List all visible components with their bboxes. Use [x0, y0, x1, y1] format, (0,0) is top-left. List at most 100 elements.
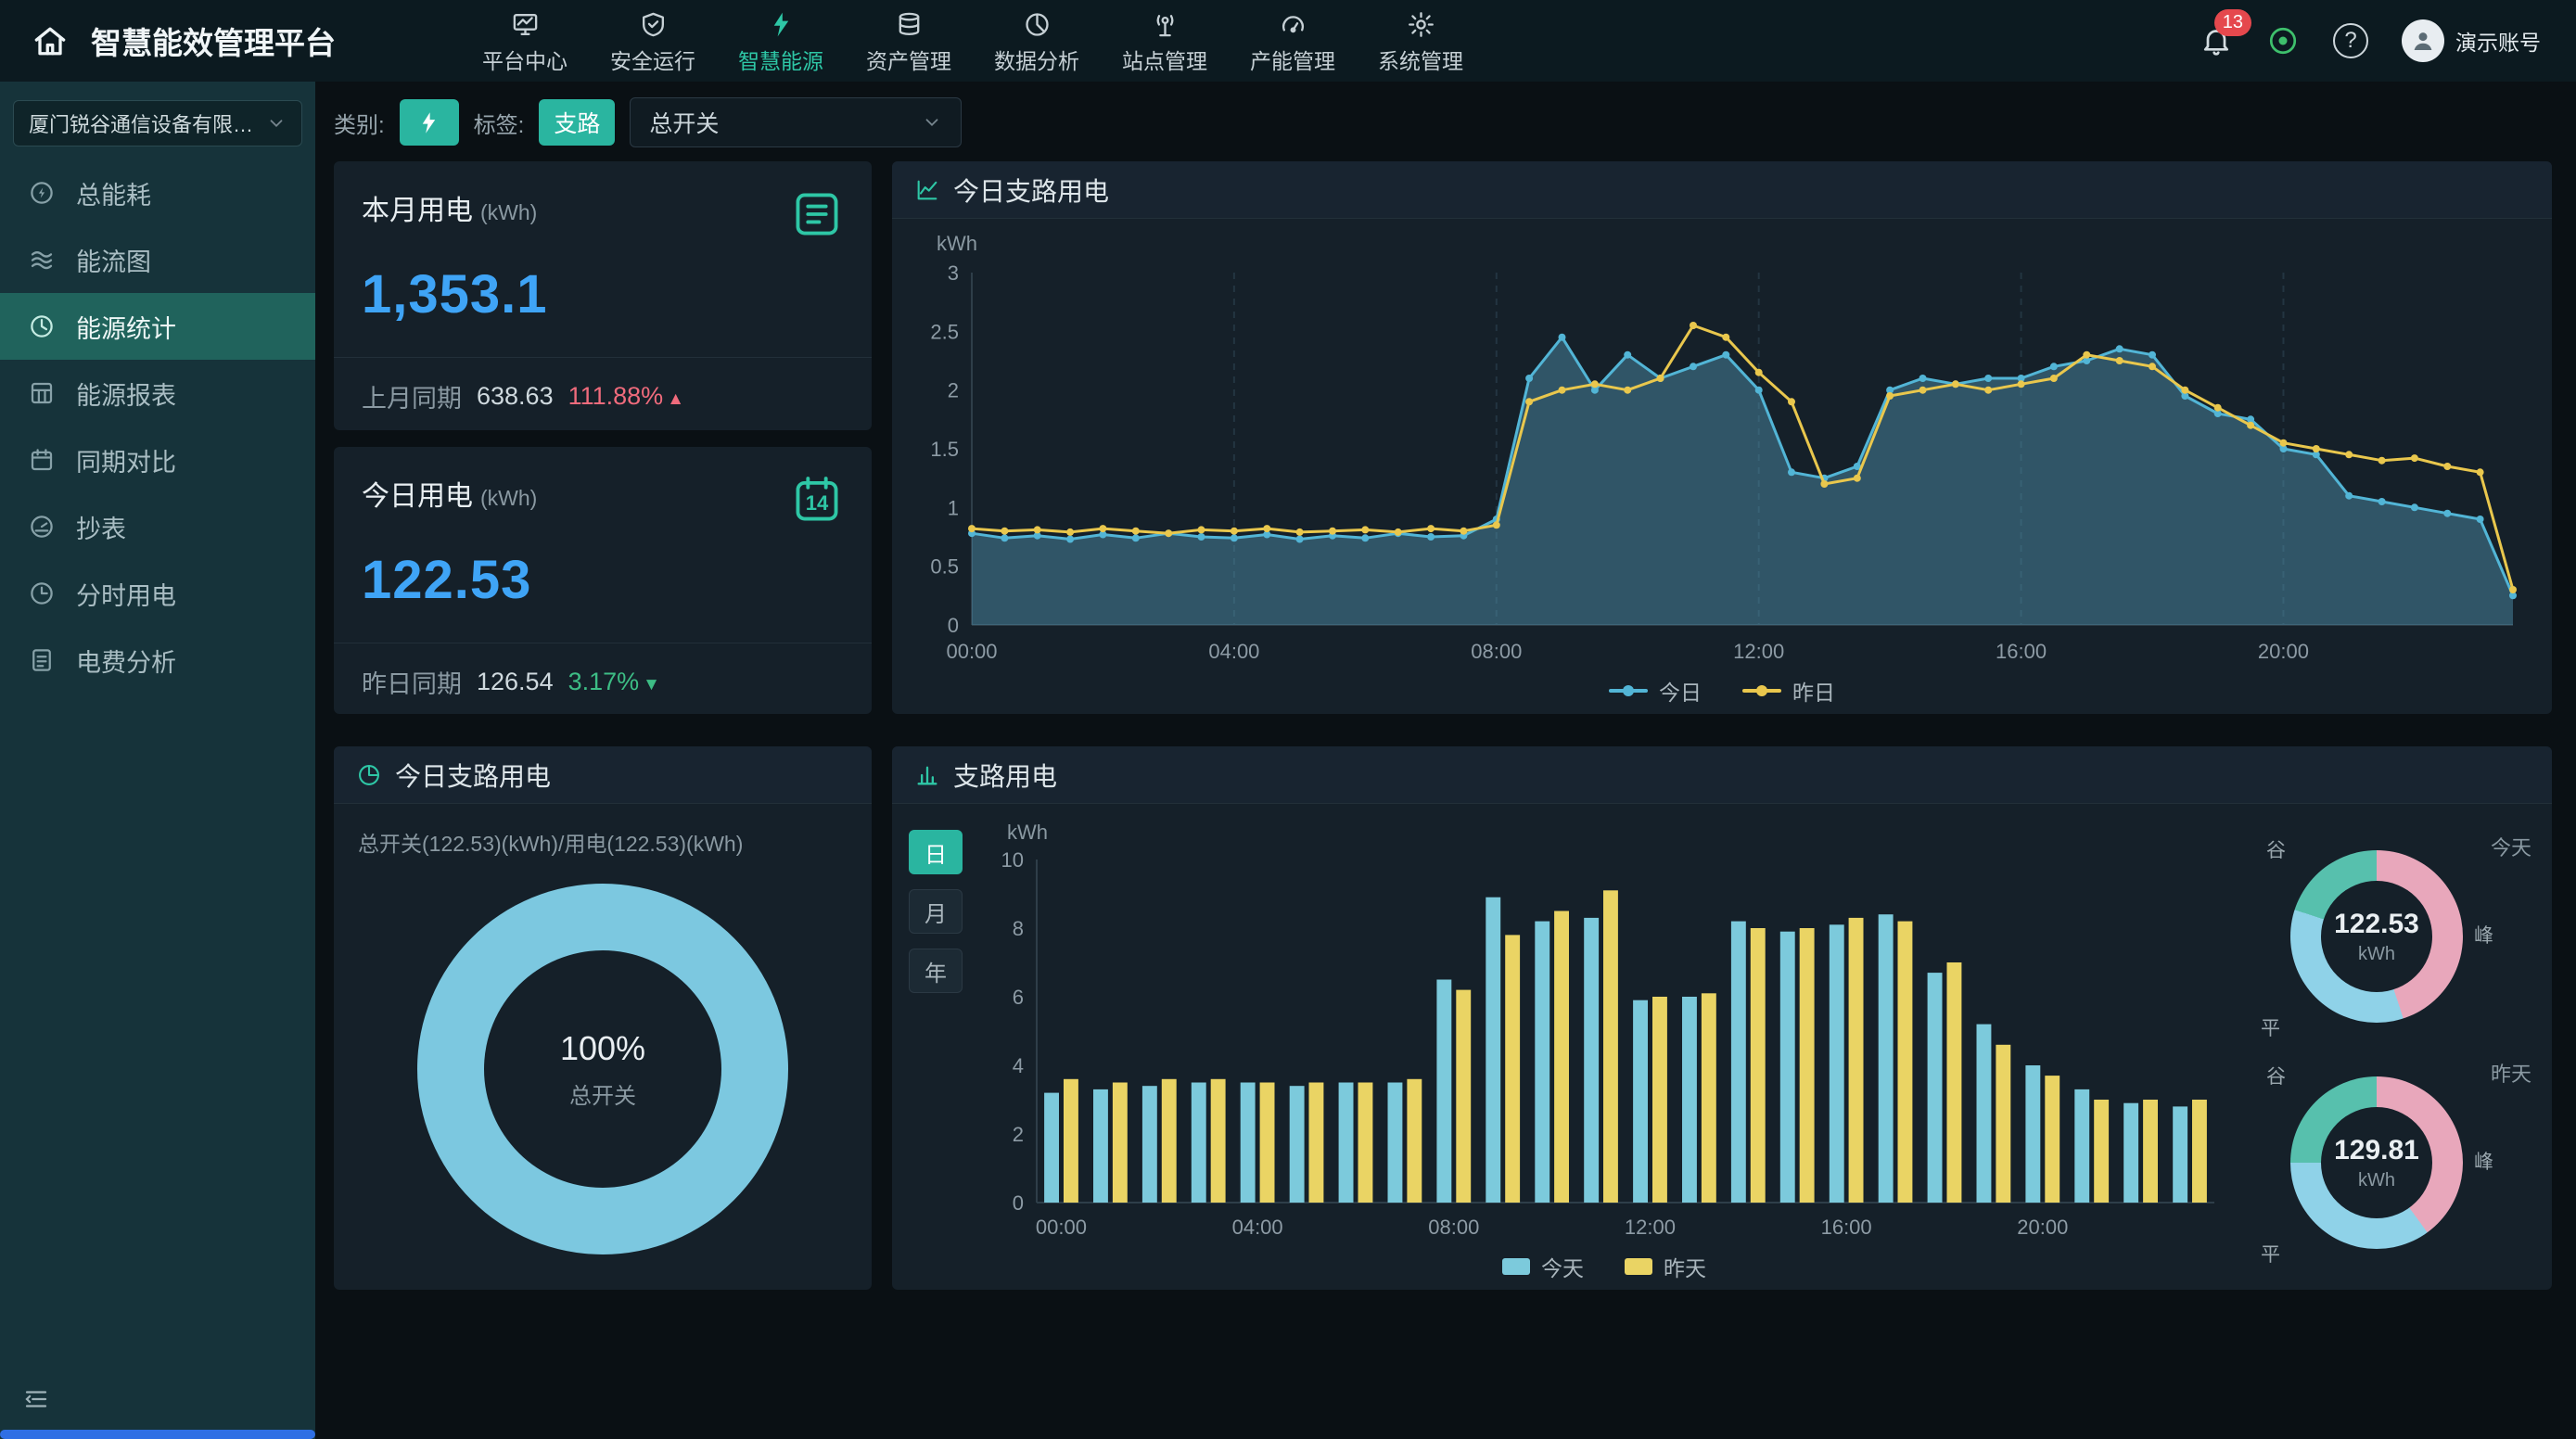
energy-bolt-icon: [767, 10, 796, 39]
svg-text:0: 0: [1013, 1191, 1024, 1215]
sidebar-item-cost-analysis[interactable]: 电费分析: [0, 627, 315, 694]
legend-bar-today[interactable]: 今天: [1502, 1251, 1584, 1282]
toggle-year[interactable]: 年: [909, 949, 963, 993]
yesterday-peak-valley-donut: 昨天 谷 峰 平 129.81 kWh: [2233, 1051, 2539, 1271]
svg-text:4: 4: [1013, 1054, 1024, 1077]
breaker-select[interactable]: 总开关: [630, 97, 962, 147]
time-clock-icon: [28, 579, 56, 607]
nav-item-capacity[interactable]: 产能管理: [1231, 6, 1354, 75]
filter-bar: 类别: 标签: 支路 总开关: [334, 96, 2552, 148]
pie-icon: [356, 762, 382, 788]
donut-card-title: 今日支路用电: [395, 757, 551, 794]
toggle-month[interactable]: 月: [909, 889, 963, 934]
bar-y-axis-unit: kWh: [983, 821, 2225, 848]
svg-text:00:00: 00:00: [1036, 1216, 1087, 1239]
month-usage-value: 1,353.1: [362, 263, 844, 325]
sidebar-item-period-compare[interactable]: 同期对比: [0, 427, 315, 493]
donut-subtitle: 总开关(122.53)(kWh)/用电(122.53)(kWh): [334, 804, 872, 858]
today-line-marker: [1609, 689, 1648, 693]
peak-valley-donuts: 今天 谷 峰 平 122.53 kWh: [2233, 821, 2539, 1290]
month-change-percent: 111.88%▲: [568, 382, 684, 411]
toggle-day[interactable]: 日: [909, 830, 963, 874]
day-usage-value: 122.53: [362, 549, 844, 611]
line-y-axis-unit: kWh: [912, 232, 2531, 260]
sidebar-item-time-of-use[interactable]: 分时用电: [0, 560, 315, 627]
svg-text:2.5: 2.5: [930, 320, 959, 343]
bar-card-title: 支路用电: [953, 757, 1057, 794]
legend-bar-yesterday[interactable]: 昨天: [1625, 1251, 1706, 1282]
sidebar-menu: 总能耗 能流图 能源统计 能源报表 同期对比 抄表 分时用电 电费分析: [0, 159, 315, 694]
status-button[interactable]: [2266, 24, 2300, 57]
nav-item-sites[interactable]: 站点管理: [1103, 6, 1226, 75]
scrollbar-thumb[interactable]: [0, 1430, 315, 1439]
shield-icon: [639, 10, 668, 39]
category-label: 类别:: [334, 107, 385, 139]
peak-label: 峰: [2474, 921, 2493, 949]
today-bar-marker: [1502, 1258, 1530, 1275]
gear-icon: [1407, 10, 1435, 39]
nav-item-platform[interactable]: 平台中心: [464, 6, 586, 75]
notifications-button[interactable]: 13: [2200, 24, 2233, 57]
account-menu[interactable]: 演示账号: [2402, 19, 2541, 62]
sidebar-item-energy-stats[interactable]: 能源统计: [0, 293, 315, 360]
nav-item-energy[interactable]: 智慧能源: [720, 6, 842, 75]
bar-chart-icon: [914, 762, 940, 788]
pie-chart-icon: [1023, 10, 1052, 39]
platform-icon: [511, 10, 540, 39]
database-icon: [895, 10, 924, 39]
flow-waves-icon: [28, 246, 56, 274]
month-compare-label: 上月同期: [362, 378, 462, 414]
svg-text:2: 2: [948, 379, 959, 402]
donut-center-label: 总开关: [569, 1077, 636, 1110]
sidebar-item-energy-flow[interactable]: 能流图: [0, 226, 315, 293]
nav-item-data-analysis[interactable]: 数据分析: [976, 6, 1098, 75]
branch-usage-bar-card: 支路用电 日 月 年 kWh 024681000:0004:0008:0012:…: [892, 746, 2552, 1290]
donut-center-percent: 100%: [560, 1029, 645, 1068]
question-icon: ?: [2344, 28, 2356, 54]
svg-text:1: 1: [948, 496, 959, 519]
nav-item-system[interactable]: 系统管理: [1359, 6, 1482, 75]
line-card-title: 今日支路用电: [953, 172, 1109, 209]
company-name: 厦门锐谷通信设备有限公司: [29, 108, 259, 138]
peak-label: 峰: [2474, 1147, 2493, 1175]
sidebar-item-energy-report[interactable]: 能源报表: [0, 360, 315, 427]
tag-label: 标签:: [474, 107, 525, 139]
nav-item-assets[interactable]: 资产管理: [848, 6, 970, 75]
daily-branch-line-card: 今日支路用电 kWh 00.511.522.5300:0004:0008:001…: [892, 161, 2552, 714]
main-content: 类别: 标签: 支路 总开关 本月用电(kWh): [315, 82, 2576, 1439]
up-triangle-icon: ▲: [667, 389, 684, 409]
sidebar-item-total-energy[interactable]: 总能耗: [0, 159, 315, 226]
line-legend: 今日 昨日: [912, 668, 2531, 714]
svg-text:04:00: 04:00: [1232, 1216, 1283, 1239]
company-select[interactable]: 厦门锐谷通信设备有限公司: [13, 100, 302, 146]
cost-doc-icon: [28, 646, 56, 674]
legend-today[interactable]: 今日: [1609, 675, 1702, 707]
document-icon: [790, 187, 844, 241]
period-toggle-group: 日 月 年: [909, 821, 976, 1290]
gauge-icon: [1279, 10, 1307, 39]
month-usage-card: 本月用电(kWh) 1,353.1 上月同期 638.63 111.88%▲: [334, 161, 872, 430]
energy-circle-icon: [28, 179, 56, 207]
nav-item-safety[interactable]: 安全运行: [592, 6, 714, 75]
clock-pie-icon: [28, 312, 56, 340]
flat-label: 平: [2261, 1013, 2280, 1041]
sidebar-item-meter-reading[interactable]: 抄表: [0, 493, 315, 560]
app-title: 智慧能效管理平台: [91, 19, 336, 63]
calendar-day-icon: 14: [790, 473, 844, 527]
flat-label: 平: [2261, 1240, 2280, 1267]
collapse-icon: [22, 1385, 50, 1413]
svg-text:20:00: 20:00: [2258, 640, 2309, 663]
valley-label: 谷: [2266, 1062, 2286, 1089]
avatar: [2402, 19, 2444, 62]
legend-yesterday[interactable]: 昨日: [1742, 675, 1835, 707]
bolt-icon: [416, 110, 441, 135]
sidebar-collapse-button[interactable]: [0, 1376, 315, 1422]
calendar-icon: [28, 446, 56, 474]
category-electric-button[interactable]: [400, 99, 459, 146]
tag-branch-button[interactable]: 支路: [539, 99, 615, 146]
brand: 智慧能效管理平台: [0, 17, 399, 65]
svg-text:16:00: 16:00: [1996, 640, 2047, 663]
help-button[interactable]: ?: [2333, 23, 2368, 58]
daily-line-chart: 00.511.522.5300:0004:0008:0012:0016:0020…: [912, 260, 2531, 668]
svg-text:12:00: 12:00: [1625, 1216, 1676, 1239]
